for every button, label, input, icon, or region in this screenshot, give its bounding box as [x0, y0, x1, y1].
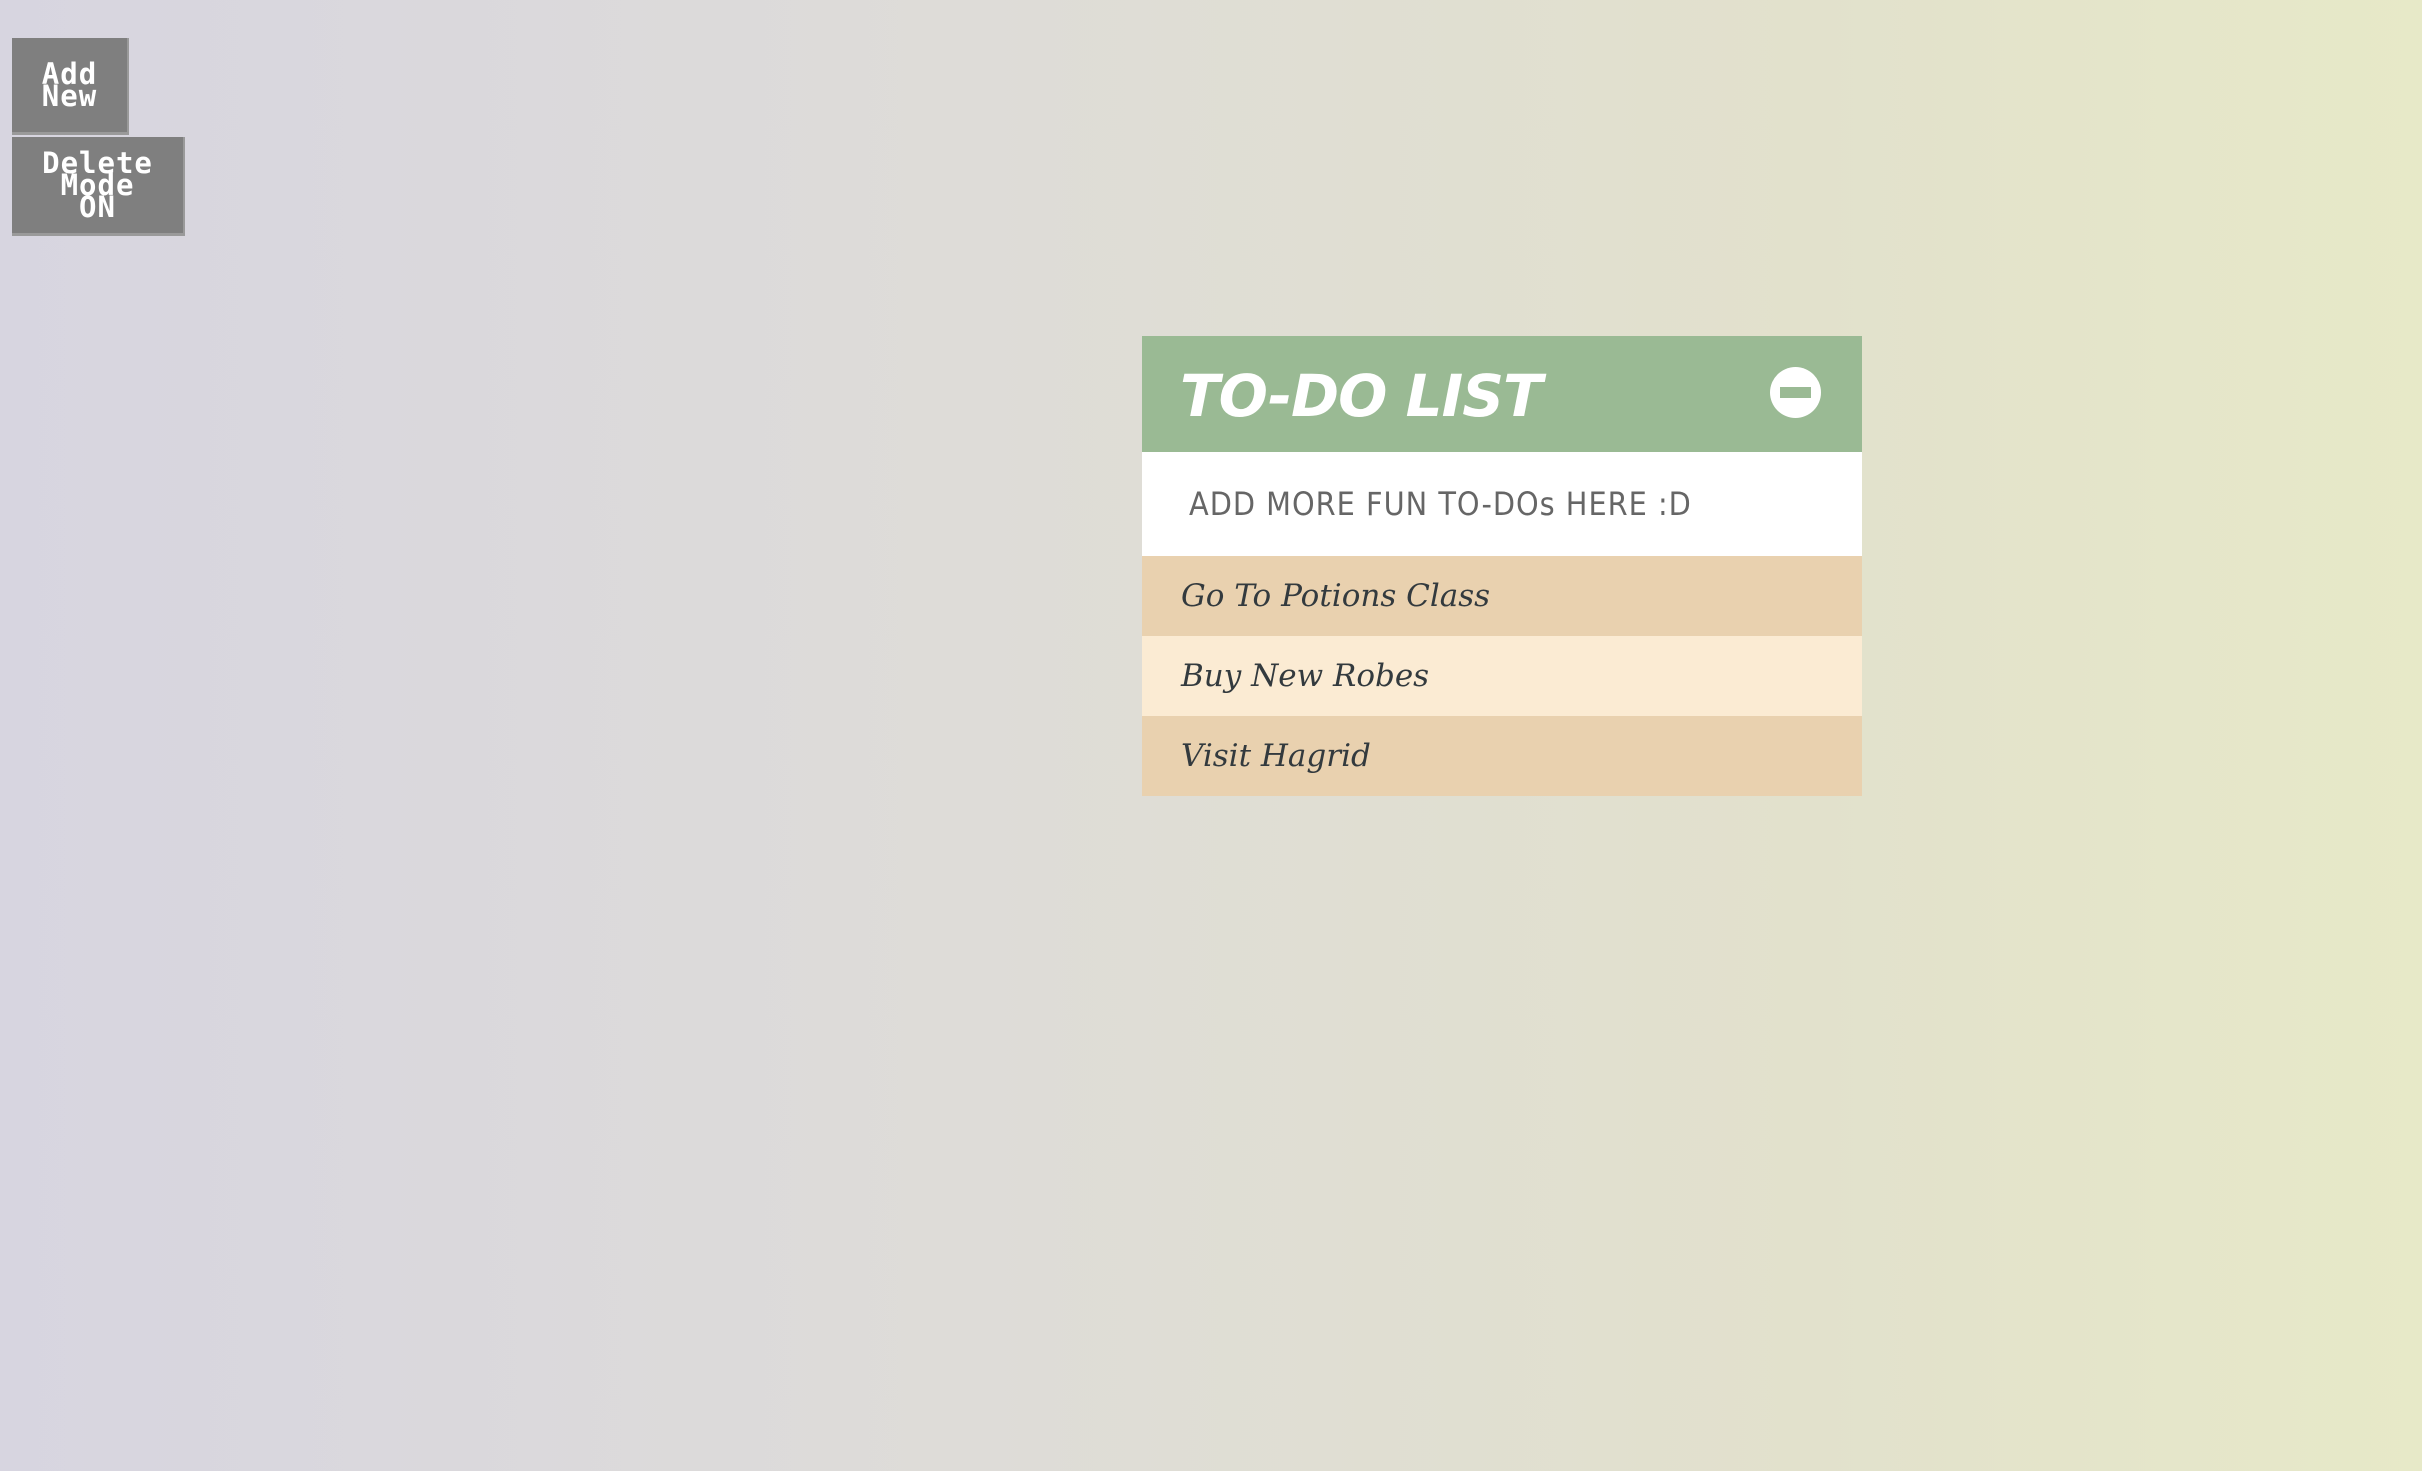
todo-card: TO-DO LIST Go To Potions Class Buy New R…: [1142, 336, 1862, 796]
add-new-button[interactable]: Add New: [12, 38, 129, 135]
todo-header: TO-DO LIST: [1142, 336, 1862, 452]
todo-item[interactable]: Buy New Robes: [1142, 636, 1862, 716]
new-todo-input[interactable]: [1142, 452, 1862, 556]
todo-input-wrapper: [1142, 452, 1862, 556]
todo-list: Go To Potions Class Buy New Robes Visit …: [1142, 556, 1862, 796]
todo-item[interactable]: Visit Hagrid: [1142, 716, 1862, 796]
todo-item-label: Go To Potions Class: [1181, 578, 1491, 614]
todo-item[interactable]: Go To Potions Class: [1142, 556, 1862, 636]
minus-circle-icon[interactable]: [1770, 367, 1821, 418]
todo-item-label: Buy New Robes: [1181, 658, 1430, 694]
todo-item-label: Visit Hagrid: [1181, 738, 1371, 774]
todo-title: TO-DO LIST: [1180, 362, 1543, 430]
delete-mode-button[interactable]: Delete Mode ON: [12, 137, 185, 236]
